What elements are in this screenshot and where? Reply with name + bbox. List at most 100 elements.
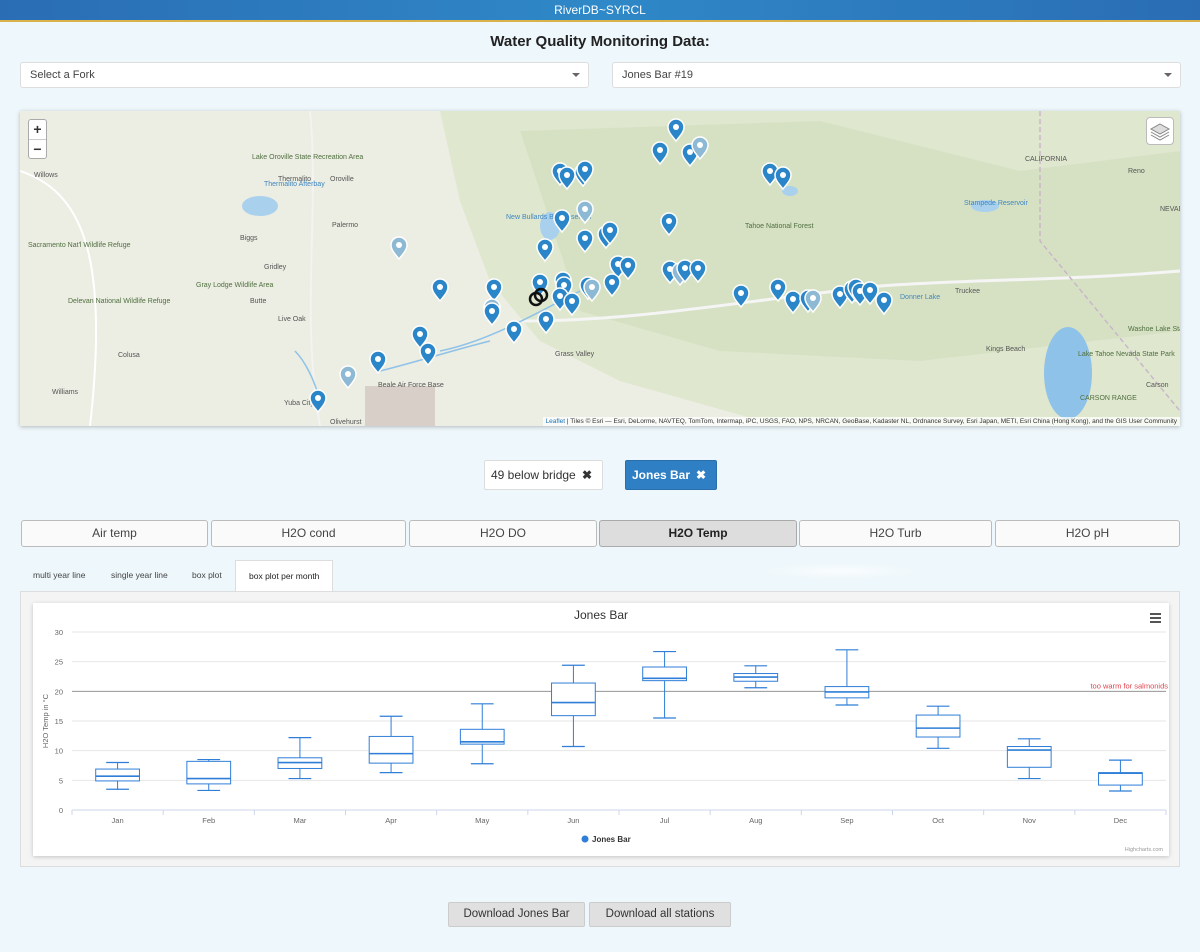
layers-button[interactable] xyxy=(1146,117,1174,145)
map-label: Delevan National Wildlife Refuge xyxy=(68,298,170,305)
box-plot-item[interactable] xyxy=(551,664,596,748)
tab-box-plot[interactable]: box plot xyxy=(179,560,235,592)
station-chip-label: 49 below bridge xyxy=(491,468,576,482)
zoom-control: + − xyxy=(28,119,47,159)
map-label: Biggs xyxy=(240,235,258,242)
map-label: Olivehurst xyxy=(330,419,362,426)
zoom-in-button[interactable]: + xyxy=(29,120,46,139)
tab-single-year-line[interactable]: single year line xyxy=(98,560,181,592)
map-label: Sacramento Nat'l Wildlife Refuge xyxy=(28,242,131,249)
chevron-down-icon xyxy=(572,73,580,77)
x-tick-label: Jan xyxy=(112,816,124,825)
chevron-down-icon xyxy=(1164,73,1172,77)
map-label: Thermalito Afterbay xyxy=(264,181,325,188)
download-all-button[interactable]: Download all stations xyxy=(589,902,731,927)
chart-credits[interactable]: Highcharts.com xyxy=(1125,847,1163,853)
y-tick-label: 30 xyxy=(55,628,63,637)
tab-air-temp[interactable]: Air temp xyxy=(21,520,208,547)
map-label: Truckee xyxy=(955,288,980,295)
x-tick-label: Sep xyxy=(840,816,853,825)
y-tick-label: 0 xyxy=(59,806,63,815)
map-label: Gray Lodge Wildlife Area xyxy=(196,282,274,289)
fork-select[interactable]: Select a Fork xyxy=(20,62,589,88)
box-plot-item[interactable] xyxy=(733,665,779,689)
app-title: RiverDB~SYRCL xyxy=(554,3,646,17)
x-tick-label: Jun xyxy=(567,816,579,825)
map-label: Willows xyxy=(34,172,58,179)
layers-icon xyxy=(1149,123,1171,141)
x-tick-label: Jul xyxy=(660,816,670,825)
x-tick-label: Aug xyxy=(749,816,762,825)
box-plot-item[interactable] xyxy=(95,761,140,790)
map-label: Beale Air Force Base xyxy=(378,382,444,389)
svg-text:Jones Bar: Jones Bar xyxy=(592,835,631,844)
x-tick-label: May xyxy=(475,816,489,825)
chart-plot-area: 0 5 10 15 20 25 30 H2O Temp in °C Jan Feb Mar Apr Ma… xyxy=(41,628,1168,844)
x-tick-label: Oct xyxy=(932,816,945,825)
x-tick-label: Nov xyxy=(1023,816,1037,825)
x-tick-label: Dec xyxy=(1114,816,1128,825)
tab-h2o-temp[interactable]: H2O Temp xyxy=(599,520,797,547)
map-label: Washoe Lake State Park xyxy=(1128,326,1180,333)
app-header-bar: RiverDB~SYRCL xyxy=(0,0,1200,22)
box-plot-item[interactable] xyxy=(1006,738,1052,780)
fork-select-value: Select a Fork xyxy=(30,69,95,81)
legend-item[interactable]: Jones Bar xyxy=(581,835,631,844)
x-tick-label: Feb xyxy=(202,816,215,825)
map-label: Live Oak xyxy=(278,316,306,323)
close-icon[interactable]: ✖ xyxy=(582,461,592,489)
tab-h2o-ph[interactable]: H2O pH xyxy=(995,520,1180,547)
y-tick-label: 25 xyxy=(55,658,63,667)
station-chip-label: Jones Bar xyxy=(632,468,691,482)
y-tick-label: 20 xyxy=(55,687,63,696)
map-label: Palermo xyxy=(332,222,358,229)
parameter-tabs: Air temp H2O cond H2O DO H2O Temp H2O Tu… xyxy=(21,520,1180,547)
map-label: Williams xyxy=(52,389,79,396)
tab-h2o-cond[interactable]: H2O cond xyxy=(211,520,406,547)
map-label: CARSON RANGE xyxy=(1080,395,1137,402)
map-tiles[interactable]: WillowsThermalito OrovilleLake Oroville S… xyxy=(20,111,1180,426)
map-label: Reno xyxy=(1128,168,1145,175)
tab-h2o-do[interactable]: H2O DO xyxy=(409,520,597,547)
chart-type-tabs: multi year line single year line box plo… xyxy=(20,560,1180,592)
station-chip-jones-bar[interactable]: Jones Bar ✖ xyxy=(625,460,717,490)
map-label: Lake Tahoe Nevada State Park xyxy=(1078,351,1175,358)
box-plot-item[interactable] xyxy=(824,649,870,706)
tab-h2o-turb[interactable]: H2O Turb xyxy=(799,520,992,547)
box-plot-item[interactable] xyxy=(277,737,323,780)
box-plot-item[interactable] xyxy=(915,705,961,749)
station-select[interactable]: Jones Bar #19 xyxy=(612,62,1181,88)
map-label: Carson xyxy=(1146,382,1169,389)
zoom-out-button[interactable]: − xyxy=(29,139,46,158)
download-station-button[interactable]: Download Jones Bar xyxy=(448,902,585,927)
box-plot-item[interactable] xyxy=(1098,759,1143,792)
map-label: NEVADA xyxy=(1160,206,1180,213)
threshold-label: too warm for salmonids xyxy=(1090,681,1168,690)
map-label: Colusa xyxy=(118,352,140,359)
page-title: Water Quality Monitoring Data: xyxy=(490,33,710,50)
tab-box-plot-per-month[interactable]: box plot per month xyxy=(235,560,334,592)
station-map[interactable]: Willows Thermalito Oroville Lake Oroville S… xyxy=(20,111,1180,426)
map-label: CALIFORNIA xyxy=(1025,156,1067,163)
station-chip-49-below-bridge[interactable]: 49 below bridge ✖ xyxy=(484,460,603,490)
y-tick-label: 10 xyxy=(55,747,63,756)
box-plot-item[interactable] xyxy=(186,758,232,792)
box-plot-chart: Jones Bar 0 5 10 15 20 25 30 H2O Temp in °C Jan F… xyxy=(33,603,1169,856)
close-icon[interactable]: ✖ xyxy=(696,461,706,489)
box-plot-item[interactable] xyxy=(368,715,414,774)
map-label: Kings Beach xyxy=(986,346,1025,353)
map-label: Gridley xyxy=(264,264,287,271)
map-label: Donner Lake xyxy=(900,294,940,301)
attribution-text: | Tiles © Esri — Esri, DeLorme, NAVTEQ, … xyxy=(565,418,1177,425)
box-plot-item[interactable] xyxy=(459,703,505,765)
station-select-value: Jones Bar #19 xyxy=(622,69,693,81)
y-tick-label: 15 xyxy=(55,717,63,726)
tab-multi-year-line[interactable]: multi year line xyxy=(20,560,98,592)
map-label: Tahoe National Forest xyxy=(745,223,814,230)
leaflet-link[interactable]: Leaflet xyxy=(546,418,566,425)
map-label: Lake Oroville State Recreation Area xyxy=(252,154,363,161)
map-attribution: Leaflet | Tiles © Esri — Esri, DeLorme, … xyxy=(542,417,1180,426)
map-label: Grass Valley xyxy=(555,351,595,358)
y-axis-label: H2O Temp in °C xyxy=(41,693,50,748)
y-tick-label: 5 xyxy=(59,776,63,785)
